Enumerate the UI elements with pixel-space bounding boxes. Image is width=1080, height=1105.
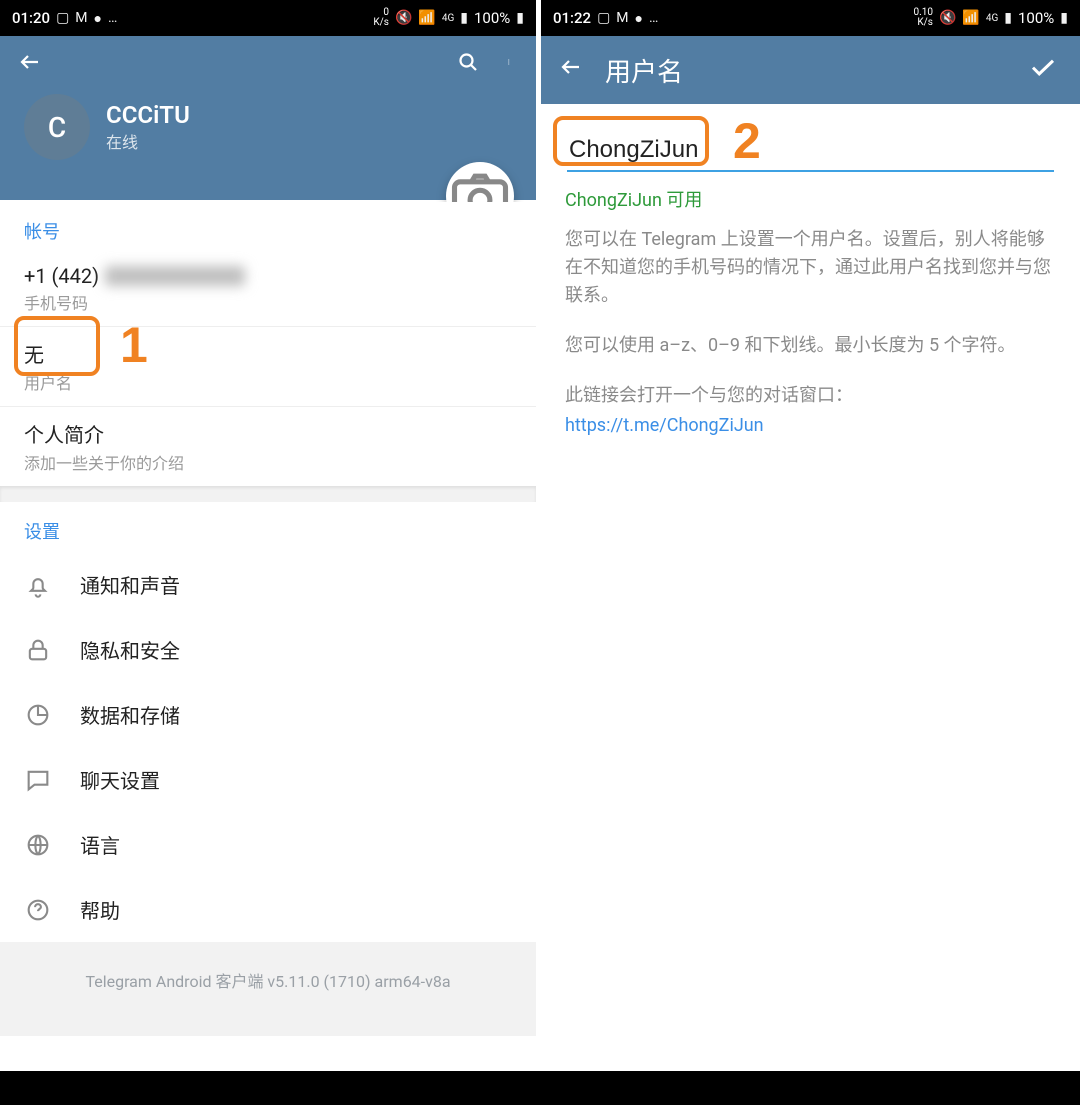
signal-icon: ▮ [1004, 10, 1012, 26]
nav-bar [540, 1071, 1080, 1105]
username-link[interactable]: https://t.me/ChongZiJun [563, 413, 1058, 438]
mail-icon: M [616, 10, 628, 26]
settings-notifications[interactable]: 通知和声音 [0, 552, 536, 617]
settings-chat[interactable]: 聊天设置 [0, 747, 536, 812]
arrow-left-icon [559, 55, 583, 79]
signal-icon: ▮ [460, 10, 468, 26]
username-item[interactable]: 无 用户名 [0, 327, 536, 407]
settings-notifications-label: 通知和声音 [80, 570, 180, 599]
bio-title: 个人简介 [24, 419, 512, 448]
settings-data[interactable]: 数据和存储 [0, 682, 536, 747]
section-settings-header: 设置 [0, 502, 536, 552]
settings-data-label: 数据和存储 [80, 700, 180, 729]
chat-icon: ● [94, 10, 102, 27]
pie-icon [24, 701, 52, 729]
bio-item[interactable]: 个人简介 添加一些关于你的介绍 [0, 407, 536, 486]
profile-header: C CCCiTU 在线 [0, 94, 536, 200]
back-button[interactable] [549, 45, 593, 95]
phone-number-item[interactable]: +1 (442) 手机号码 [0, 252, 536, 327]
bio-subtitle: 添加一些关于你的介绍 [24, 450, 512, 474]
profile-status: 在线 [106, 129, 190, 153]
chat-bubble-icon [24, 766, 52, 794]
section-divider [0, 486, 536, 502]
more-icon: … [108, 10, 117, 26]
wifi-icon: 📶 [418, 10, 435, 26]
phone-number-label: 手机号码 [24, 290, 512, 314]
app-bar: 用户名 [541, 36, 1080, 104]
image-icon: ▢ [597, 10, 610, 26]
username-available: ChongZiJun 可用 [563, 174, 1058, 222]
status-bar: 01:22 ▢ M ● … 0.10 K/s 🔇 📶 4G ▮ 100% ▮ [541, 0, 1080, 36]
username-card: ChongZiJun 可用 您可以在 Telegram 上设置一个用户名。设置后… [551, 118, 1070, 454]
app-bar-title: 用户名 [593, 52, 1014, 89]
settings-language[interactable]: 语言 [0, 812, 536, 877]
network-speed: 0 K/s [373, 8, 389, 28]
phone-number-value: +1 (442) [24, 264, 99, 288]
lock-icon [24, 636, 52, 664]
signal-4g-icon: 4G [442, 13, 454, 24]
battery-icon: ▮ [516, 10, 524, 26]
image-icon: ▢ [56, 10, 69, 26]
globe-icon [24, 831, 52, 859]
chat-icon: ● [635, 10, 643, 27]
bell-icon [24, 571, 52, 599]
username-description-2: 您可以使用 a–z、0–9 和下划线。最小长度为 5 个字符。 [563, 328, 1058, 364]
phone-username: 01:22 ▢ M ● … 0.10 K/s 🔇 📶 4G ▮ 100% ▮ 用… [540, 0, 1080, 1105]
settings-privacy-label: 隐私和安全 [80, 635, 180, 664]
mute-icon: 🔇 [395, 10, 412, 26]
settings-help-label: 帮助 [80, 895, 120, 924]
battery-percent: 100% [1018, 9, 1054, 27]
settings-chat-label: 聊天设置 [80, 765, 160, 794]
signal-4g-icon: 4G [986, 13, 998, 24]
battery-percent: 100% [474, 9, 510, 27]
username-description-1: 您可以在 Telegram 上设置一个用户名。设置后，别人将能够在不知道您的手机… [563, 222, 1058, 314]
username-label: 用户名 [24, 370, 512, 394]
more-menu-button[interactable] [494, 40, 528, 90]
nav-bar [0, 1071, 540, 1105]
arrow-left-icon [18, 50, 42, 74]
more-icon: … [649, 10, 658, 26]
search-icon [456, 50, 480, 74]
username-link-intro: 此链接会打开一个与您的对话窗口： [563, 378, 1058, 414]
phone-number-blur [105, 266, 245, 286]
avatar[interactable]: C [24, 94, 90, 160]
confirm-button[interactable] [1014, 42, 1072, 98]
status-time: 01:20 [12, 9, 50, 27]
app-bar [0, 36, 536, 94]
check-icon [1028, 52, 1058, 82]
status-bar: 01:20 ▢ M ● … 0 K/s 🔇 📶 4G ▮ 100% ▮ [0, 0, 536, 36]
phone-settings: 01:20 ▢ M ● … 0 K/s 🔇 📶 4G ▮ 100% ▮ C [0, 0, 540, 1105]
username-input[interactable] [567, 130, 1054, 172]
mute-icon: 🔇 [939, 10, 956, 26]
back-button[interactable] [8, 40, 52, 90]
more-vertical-icon [508, 50, 514, 74]
network-speed: 0.10 K/s [913, 8, 933, 28]
settings-privacy[interactable]: 隐私和安全 [0, 617, 536, 682]
profile-name: CCCiTU [106, 101, 190, 129]
username-value: 无 [24, 339, 512, 368]
mail-icon: M [75, 10, 87, 26]
help-icon [24, 896, 52, 924]
settings-help[interactable]: 帮助 [0, 877, 536, 942]
battery-icon: ▮ [1060, 10, 1068, 26]
section-account-header: 帐号 [0, 202, 536, 252]
search-button[interactable] [442, 40, 494, 90]
settings-language-label: 语言 [80, 830, 120, 859]
status-time: 01:22 [553, 9, 591, 27]
version-footer: Telegram Android 客户端 v5.11.0 (1710) arm6… [0, 942, 536, 1036]
wifi-icon: 📶 [962, 10, 979, 26]
